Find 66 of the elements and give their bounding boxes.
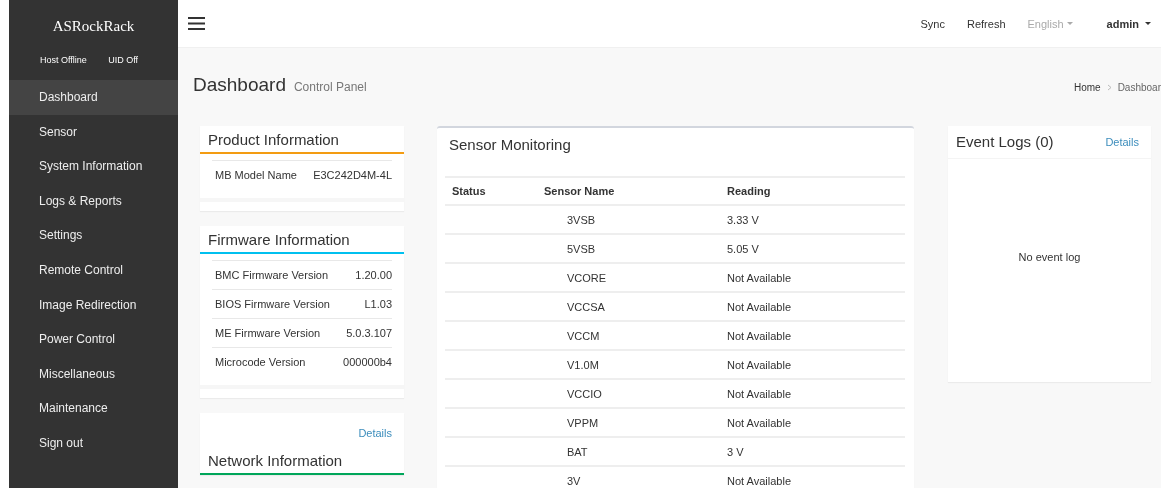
page-title: Dashboard bbox=[193, 74, 286, 95]
breadcrumb-link[interactable]: Dashboar bbox=[1117, 81, 1161, 93]
column-header: Reading bbox=[720, 177, 905, 205]
top-link[interactable]: Sync bbox=[920, 17, 945, 30]
user-dropdown[interactable]: admin bbox=[1106, 17, 1151, 30]
logo: ASRockRack bbox=[51, 17, 136, 36]
table-cell: 3VSB bbox=[537, 205, 720, 234]
page-subtitle: Control Panel bbox=[293, 80, 367, 94]
card-title: Firmware Information bbox=[200, 226, 404, 254]
table-cell: V1.0M bbox=[537, 350, 720, 379]
card-title: Event Logs (0) bbox=[956, 133, 1054, 150]
table-cell: Not Available bbox=[720, 321, 905, 350]
sidebar-item[interactable]: Image Redirection bbox=[9, 287, 178, 323]
table-cell: 3 V bbox=[720, 437, 905, 466]
sidebar-item[interactable]: Miscellaneous bbox=[9, 356, 178, 392]
table-cell: Not Available bbox=[720, 379, 905, 408]
card-title: Network Information bbox=[200, 447, 404, 475]
table-cell: VCCSA bbox=[537, 292, 720, 321]
table-cell: 5VSB bbox=[537, 234, 720, 263]
table-cell-text: Microcode Version bbox=[215, 356, 307, 368]
table-cell: Not Available bbox=[720, 408, 905, 437]
breadcrumb-link[interactable]: Home bbox=[1073, 81, 1101, 93]
column-header: Sensor Name bbox=[537, 177, 720, 205]
details-link[interactable]: Details bbox=[1105, 135, 1139, 148]
card-title: Sensor Monitoring bbox=[448, 135, 572, 155]
caret-icon bbox=[1066, 22, 1073, 25]
table-cell-text: MB Model Name bbox=[215, 169, 298, 181]
top-link[interactable]: Refresh bbox=[967, 17, 1006, 30]
table-cell: 000000b4 bbox=[343, 356, 392, 368]
table-cell: Not Available bbox=[720, 466, 905, 488]
table-cell: Not Available bbox=[720, 263, 905, 292]
table-cell: 3V bbox=[537, 466, 720, 488]
status-label: Host Offline bbox=[40, 55, 87, 67]
table-cell: VCCIO bbox=[537, 379, 720, 408]
empty-message: No event log bbox=[1017, 251, 1082, 263]
menu-icon[interactable] bbox=[188, 17, 205, 30]
table-cell: E3C242D4M-4L bbox=[313, 169, 392, 181]
sidebar-item[interactable]: Sign out bbox=[9, 425, 178, 461]
sidebar-item[interactable]: Power Control bbox=[9, 322, 178, 357]
sidebar-item[interactable]: Dashboard bbox=[9, 80, 178, 115]
sidebar-item[interactable]: Logs & Reports bbox=[9, 183, 178, 219]
table-cell-text: BMC Firmware Version bbox=[215, 269, 330, 281]
table-cell: BAT bbox=[537, 437, 720, 466]
table-cell: VPPM bbox=[537, 408, 720, 437]
table-cell: 5.05 V bbox=[720, 234, 905, 263]
card-title: Product Information bbox=[200, 126, 404, 154]
table-cell-text: ME Firmware Version bbox=[215, 327, 322, 339]
table-cell: 3.33 V bbox=[720, 205, 905, 234]
column-header: Status bbox=[445, 177, 537, 205]
table-cell: VCCM bbox=[537, 321, 720, 350]
table-cell: Not Available bbox=[720, 350, 905, 379]
table-cell: VCORE bbox=[537, 263, 720, 292]
breadcrumb-separator-icon bbox=[1106, 83, 1112, 91]
sidebar-item[interactable]: Settings bbox=[9, 218, 178, 253]
table-cell: 1.20.00 bbox=[355, 269, 392, 281]
sidebar-item[interactable]: Remote Control bbox=[9, 252, 178, 288]
sidebar-item[interactable]: System Information bbox=[9, 149, 178, 184]
table-cell-text: BIOS Firmware Version bbox=[215, 298, 331, 310]
table-cell: 5.0.3.107 bbox=[346, 327, 392, 339]
sidebar-item[interactable]: Sensor bbox=[9, 114, 178, 150]
sidebar-item[interactable]: Maintenance bbox=[9, 391, 178, 426]
details-link[interactable]: Details bbox=[358, 427, 392, 439]
status-label: UID Off bbox=[108, 55, 138, 67]
table-cell: Not Available bbox=[720, 292, 905, 321]
caret-icon bbox=[1145, 22, 1151, 25]
table-cell: L1.03 bbox=[364, 298, 392, 310]
